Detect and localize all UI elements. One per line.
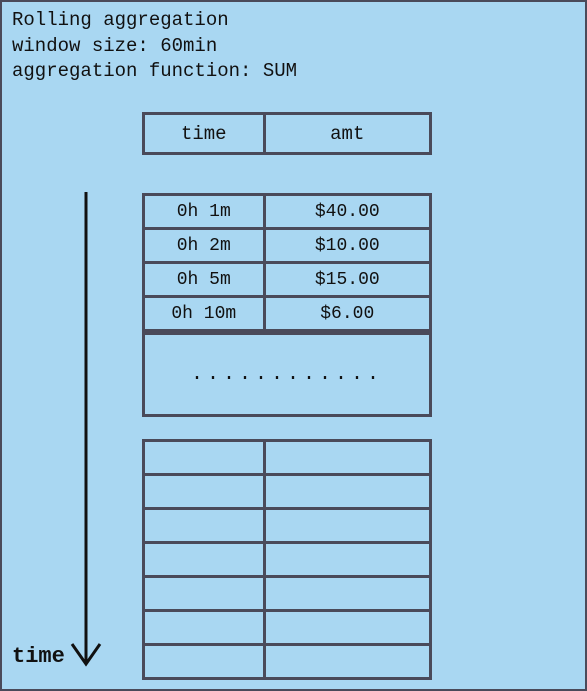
cell-empty — [264, 441, 430, 475]
arrow-down-icon — [16, 192, 106, 682]
spacer — [142, 417, 432, 439]
col-header-amt: amt — [264, 114, 430, 154]
cell-empty — [264, 577, 430, 611]
cell-amt: $10.00 — [264, 229, 430, 263]
cell-empty — [144, 475, 265, 509]
agg-line: aggregation function: SUM — [12, 60, 297, 82]
table-row: 0h 5m$15.00 — [144, 263, 431, 297]
cell-empty — [144, 441, 265, 475]
table-row — [144, 577, 431, 611]
ellipsis-box: ............ — [142, 332, 432, 417]
cell-empty — [144, 543, 265, 577]
cell-empty — [144, 611, 265, 645]
cell-empty — [264, 611, 430, 645]
cell-amt: $15.00 — [264, 263, 430, 297]
col-header-time: time — [144, 114, 265, 154]
cell-amt: $40.00 — [264, 195, 430, 229]
table-row — [144, 645, 431, 679]
empty-rows-table — [142, 439, 432, 680]
table-row — [144, 475, 431, 509]
diagram-canvas: Rolling aggregation window size: 60min a… — [0, 0, 587, 691]
cell-empty — [264, 475, 430, 509]
header-text: Rolling aggregation window size: 60min a… — [12, 8, 297, 85]
table-row — [144, 543, 431, 577]
cell-time: 0h 1m — [144, 195, 265, 229]
spacer — [142, 155, 432, 193]
table-row — [144, 441, 431, 475]
axis-label: time — [12, 644, 65, 669]
table-row: 0h 2m$10.00 — [144, 229, 431, 263]
table-row — [144, 509, 431, 543]
cell-empty — [264, 543, 430, 577]
cell-empty — [144, 645, 265, 679]
cell-empty — [144, 509, 265, 543]
cell-empty — [144, 577, 265, 611]
cell-time: 0h 10m — [144, 297, 265, 331]
table-header-row: time amt — [144, 114, 431, 154]
cell-time: 0h 2m — [144, 229, 265, 263]
data-table-area: time amt 0h 1m$40.000h 2m$10.000h 5m$15.… — [142, 112, 432, 680]
cell-empty — [264, 645, 430, 679]
window-line: window size: 60min — [12, 35, 217, 57]
ellipsis-text: ............ — [191, 363, 383, 386]
time-axis-arrow — [16, 192, 106, 682]
data-rows-table: 0h 1m$40.000h 2m$10.000h 5m$15.000h 10m$… — [142, 193, 432, 332]
title-line: Rolling aggregation — [12, 9, 229, 31]
table-row: 0h 1m$40.00 — [144, 195, 431, 229]
cell-time: 0h 5m — [144, 263, 265, 297]
header-table: time amt — [142, 112, 432, 155]
table-row — [144, 611, 431, 645]
cell-empty — [264, 509, 430, 543]
table-row: 0h 10m$6.00 — [144, 297, 431, 331]
cell-amt: $6.00 — [264, 297, 430, 331]
